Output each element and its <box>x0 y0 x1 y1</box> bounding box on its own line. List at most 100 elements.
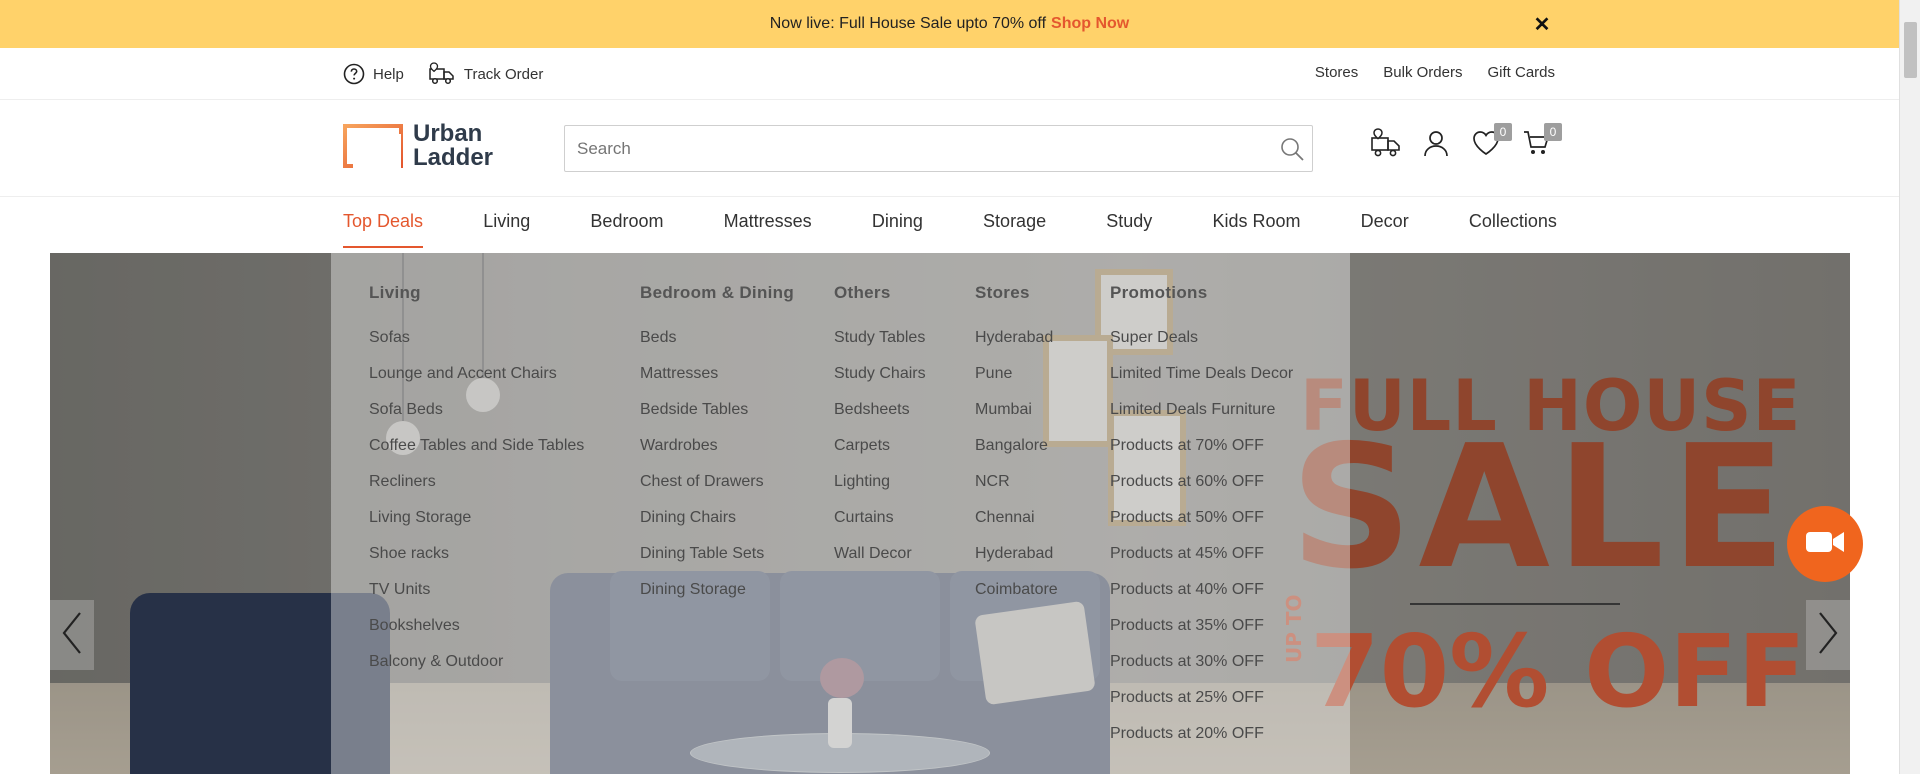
menu-item[interactable]: Products at 25% OFF <box>1110 680 1293 716</box>
help-label: Help <box>373 65 404 83</box>
menu-item[interactable]: Sofa Beds <box>369 392 584 428</box>
menu-item[interactable]: Hyderabad <box>975 320 1058 356</box>
menu-column-promotions: Promotions Super Deals Limited Time Deal… <box>1110 283 1293 752</box>
menu-item[interactable]: Products at 20% OFF <box>1110 716 1293 752</box>
logo-line-1: Urban <box>413 120 483 147</box>
menu-item[interactable]: Beds <box>640 320 794 356</box>
menu-item[interactable]: Dining Storage <box>640 572 794 608</box>
search-icon[interactable] <box>1272 129 1312 169</box>
announcement-text: Now live: Full House Sale upto 70% off <box>769 15 1047 32</box>
wishlist-count-badge: 0 <box>1494 123 1512 141</box>
menu-item[interactable]: Bangalore <box>975 428 1058 464</box>
menu-item[interactable]: Recliners <box>369 464 584 500</box>
cart-button[interactable]: 0 <box>1520 123 1562 162</box>
menu-item[interactable]: Mattresses <box>640 356 794 392</box>
track-order-link[interactable]: Track Order <box>428 62 543 86</box>
menu-item[interactable]: TV Units <box>369 572 584 608</box>
nav-bedroom[interactable]: Bedroom <box>590 211 663 248</box>
logo[interactable]: Urban Ladder <box>343 122 493 170</box>
truck-icon <box>428 62 456 86</box>
menu-item[interactable]: Carpets <box>834 428 926 464</box>
logo-text: Urban Ladder <box>413 122 493 170</box>
menu-item[interactable]: Coimbatore <box>975 572 1058 608</box>
nav-collections[interactable]: Collections <box>1469 211 1557 248</box>
menu-item[interactable]: Study Chairs <box>834 356 926 392</box>
menu-item[interactable]: Dining Table Sets <box>640 536 794 572</box>
menu-item[interactable]: Products at 70% OFF <box>1110 428 1293 464</box>
menu-item[interactable]: Products at 45% OFF <box>1110 536 1293 572</box>
scrollbar-thumb[interactable] <box>1904 22 1917 78</box>
menu-item[interactable]: Lounge and Accent Chairs <box>369 356 584 392</box>
stores-link[interactable]: Stores <box>1315 64 1358 81</box>
menu-item[interactable]: NCR <box>975 464 1058 500</box>
menu-item[interactable]: Dining Chairs <box>640 500 794 536</box>
menu-item[interactable]: Wardrobes <box>640 428 794 464</box>
carousel-prev-button[interactable] <box>50 600 94 670</box>
menu-heading-promotions: Promotions <box>1110 283 1208 302</box>
menu-item[interactable]: Coffee Tables and Side Tables <box>369 428 584 464</box>
menu-item[interactable]: Bedside Tables <box>640 392 794 428</box>
bulk-orders-link[interactable]: Bulk Orders <box>1383 64 1462 81</box>
nav-top-deals[interactable]: Top Deals <box>343 211 424 248</box>
truck-icon <box>1370 127 1402 163</box>
nav-mattresses[interactable]: Mattresses <box>724 211 812 248</box>
gift-cards-link[interactable]: Gift Cards <box>1487 64 1555 81</box>
carousel-next-button[interactable] <box>1806 600 1850 670</box>
menu-item[interactable]: Lighting <box>834 464 926 500</box>
site-header: Urban Ladder 0 <box>0 100 1899 197</box>
menu-item[interactable]: Products at 30% OFF <box>1110 644 1293 680</box>
menu-item[interactable]: Super Deals <box>1110 320 1293 356</box>
menu-item[interactable]: Limited Time Deals Decor <box>1110 356 1293 392</box>
close-icon[interactable]: ✕ <box>1530 12 1554 36</box>
nav-decor[interactable]: Decor <box>1361 211 1409 248</box>
menu-item[interactable]: Chennai <box>975 500 1058 536</box>
menu-item[interactable]: Balcony & Outdoor <box>369 644 584 680</box>
menu-item[interactable]: Living Storage <box>369 500 584 536</box>
menu-heading-others: Others <box>834 283 891 302</box>
announcement-bar: Now live: Full House Sale upto 70% off S… <box>0 0 1899 48</box>
nav-kids-room[interactable]: Kids Room <box>1212 211 1300 248</box>
help-link[interactable]: Help <box>343 63 404 85</box>
track-order-button[interactable] <box>1370 127 1402 163</box>
mega-menu: Living Sofas Lounge and Accent Chairs So… <box>331 253 1350 774</box>
menu-item[interactable]: Mumbai <box>975 392 1058 428</box>
page-scrollbar[interactable] <box>1899 0 1920 774</box>
menu-item[interactable]: Shoe racks <box>369 536 584 572</box>
chevron-left-icon <box>60 609 84 662</box>
menu-column-stores: Stores Hyderabad Pune Mumbai Bangalore N… <box>975 283 1058 608</box>
menu-item[interactable]: Hyderabad <box>975 536 1058 572</box>
chevron-right-icon <box>1816 609 1840 662</box>
shop-now-link[interactable]: Shop Now <box>1051 15 1129 33</box>
user-icon <box>1422 129 1450 162</box>
nav-study[interactable]: Study <box>1106 211 1152 248</box>
menu-column-others: Others Study Tables Study Chairs Bedshee… <box>834 283 926 572</box>
menu-item[interactable]: Products at 50% OFF <box>1110 500 1293 536</box>
nav-dining[interactable]: Dining <box>872 211 923 248</box>
menu-column-bedroom-dining: Bedroom & Dining Beds Mattresses Bedside… <box>640 283 794 608</box>
menu-item[interactable]: Study Tables <box>834 320 926 356</box>
account-button[interactable] <box>1420 128 1452 162</box>
menu-item[interactable]: Curtains <box>834 500 926 536</box>
help-icon <box>343 63 365 85</box>
menu-heading-living: Living <box>369 283 421 302</box>
logo-mark-icon <box>343 124 403 168</box>
menu-item[interactable]: Limited Deals Furniture <box>1110 392 1293 428</box>
menu-item[interactable]: Wall Decor <box>834 536 926 572</box>
menu-item[interactable]: Bedsheets <box>834 392 926 428</box>
menu-item[interactable]: Bookshelves <box>369 608 584 644</box>
nav-storage[interactable]: Storage <box>983 211 1046 248</box>
nav-living[interactable]: Living <box>483 211 530 248</box>
menu-item[interactable]: Products at 60% OFF <box>1110 464 1293 500</box>
menu-item[interactable]: Products at 35% OFF <box>1110 608 1293 644</box>
menu-heading-bedroom-dining: Bedroom & Dining <box>640 283 795 302</box>
cart-count-badge: 0 <box>1544 123 1562 141</box>
menu-item[interactable]: Pune <box>975 356 1058 392</box>
video-call-button[interactable] <box>1787 506 1863 582</box>
menu-item[interactable]: Chest of Drawers <box>640 464 794 500</box>
wishlist-button[interactable]: 0 <box>1470 123 1512 162</box>
search-input[interactable] <box>565 126 1272 171</box>
main-navigation: Top Deals Living Bedroom Mattresses Dini… <box>0 197 1899 253</box>
menu-item[interactable]: Products at 40% OFF <box>1110 572 1293 608</box>
utility-bar: Help Track Order Stores Bulk Orders Gift… <box>0 48 1899 100</box>
menu-item[interactable]: Sofas <box>369 320 584 356</box>
